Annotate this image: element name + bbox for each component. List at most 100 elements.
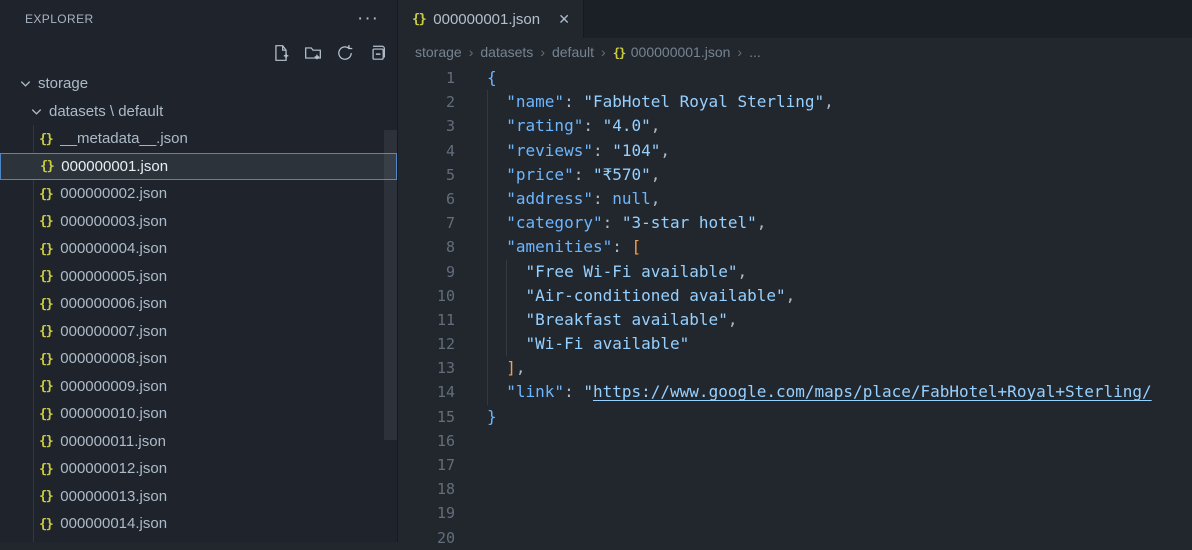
- code-line-11[interactable]: 11 "Breakfast available",: [398, 308, 1192, 332]
- explorer-header: EXPLORER ···: [0, 0, 397, 38]
- code-line-14[interactable]: 14 "link": "https://www.google.com/maps/…: [398, 380, 1192, 404]
- tree-item-label: 000000008.json: [60, 350, 168, 368]
- tree-file-000000010-json[interactable]: {} 000000010.json: [0, 400, 397, 428]
- code-line-15[interactable]: 15}: [398, 405, 1192, 429]
- breadcrumb-datasets[interactable]: datasets: [480, 44, 533, 60]
- line-number: 13: [436, 359, 455, 378]
- tree-item-label: 000000007.json: [60, 322, 168, 340]
- line-content: "price": "₹570",: [506, 164, 661, 184]
- json-file-icon: {}: [39, 268, 54, 285]
- chevron-right-icon: ›: [540, 44, 545, 60]
- tree-file-metadata-json[interactable]: {} __metadata__.json: [0, 125, 397, 153]
- line-content: "address": null,: [506, 188, 661, 208]
- tree-file-000000003-json[interactable]: {} 000000003.json: [0, 208, 397, 236]
- json-file-icon: {}: [39, 185, 54, 202]
- json-file-icon: {}: [39, 350, 54, 367]
- json-file-icon: {}: [39, 213, 54, 230]
- tree-file-000000011-json[interactable]: {} 000000011.json: [0, 428, 397, 456]
- explorer-sidebar: EXPLORER ··· storage datasets \ default {}…: [0, 0, 397, 542]
- breadcrumb-label: default: [551, 44, 595, 60]
- line-content: [455, 477, 487, 501]
- code-line-4[interactable]: 4 "reviews": "104",: [398, 139, 1192, 163]
- tree-file-000000013-json[interactable]: {} 000000013.json: [0, 483, 397, 511]
- tree-file-000000014-json[interactable]: {} 000000014.json: [0, 510, 397, 538]
- breadcrumb-[interactable]: ...: [749, 44, 761, 60]
- line-number: 16: [436, 431, 455, 450]
- refresh-icon[interactable]: [335, 44, 354, 63]
- editor-group: {} 000000001.json ✕ storage › datasets › def…: [398, 0, 1192, 547]
- new-file-icon[interactable]: [271, 44, 290, 63]
- code-line-1[interactable]: 1{: [398, 66, 1192, 90]
- new-folder-icon[interactable]: [303, 44, 322, 63]
- json-file-icon: {}: [412, 11, 427, 27]
- code-line-17[interactable]: 17: [398, 453, 1192, 477]
- tree-folder-datasets-default[interactable]: datasets \ default: [0, 98, 397, 126]
- code-editor[interactable]: 1{2 "name": "FabHotel Royal Sterling", 3 …: [398, 66, 1192, 550]
- tree-item-label: storage: [38, 75, 89, 93]
- line-content: [455, 526, 487, 550]
- breadcrumb-default[interactable]: default: [552, 44, 594, 60]
- code-line-7[interactable]: 7 "category": "3-star hotel",: [398, 211, 1192, 235]
- tab-label: 000000001.json: [433, 10, 541, 28]
- json-file-icon: {}: [39, 488, 54, 505]
- line-number: 14: [436, 383, 455, 402]
- tree-file-000000009-json[interactable]: {} 000000009.json: [0, 373, 397, 401]
- tree-item-label: 000000010.json: [60, 405, 168, 423]
- json-file-icon: {}: [39, 433, 54, 450]
- code-line-3[interactable]: 3 "rating": "4.0",: [398, 114, 1192, 138]
- tab-bar: {} 000000001.json ✕: [398, 0, 1192, 38]
- json-file-icon: {}: [39, 378, 54, 395]
- file-tree: storage datasets \ default {} __metadata__.…: [0, 70, 397, 542]
- tree-item-label: 000000002.json: [60, 185, 168, 203]
- code-line-18[interactable]: 18: [398, 477, 1192, 501]
- code-line-8[interactable]: 8 "amenities": [: [398, 235, 1192, 259]
- line-number: 5: [445, 165, 455, 184]
- json-file-icon: {}: [39, 295, 54, 312]
- breadcrumb-storage[interactable]: storage: [415, 44, 462, 60]
- json-file-icon: {}: [40, 158, 55, 175]
- tree-item-label: 000000009.json: [60, 377, 168, 395]
- code-line-20[interactable]: 20: [398, 526, 1192, 550]
- line-number: 20: [436, 528, 455, 547]
- line-content: "Wi-Fi available": [525, 334, 690, 354]
- tree-item-label: 000000005.json: [60, 267, 168, 285]
- line-number: 19: [436, 504, 455, 523]
- code-line-19[interactable]: 19: [398, 501, 1192, 525]
- sidebar-scrollbar[interactable]: [384, 130, 397, 440]
- collapse-all-icon[interactable]: [367, 44, 386, 63]
- code-line-6[interactable]: 6 "address": null,: [398, 187, 1192, 211]
- tree-folder-storage[interactable]: storage: [0, 70, 397, 98]
- tree-file-000000012-json[interactable]: {} 000000012.json: [0, 455, 397, 483]
- code-line-9[interactable]: 9 "Free Wi-Fi available",: [398, 260, 1192, 284]
- line-content: }: [487, 406, 497, 426]
- line-content: "category": "3-star hotel",: [506, 213, 767, 233]
- tree-file-000000007-json[interactable]: {} 000000007.json: [0, 318, 397, 346]
- tab-000000001-json[interactable]: {} 000000001.json ✕: [398, 0, 584, 38]
- tree-file-000000006-json[interactable]: {} 000000006.json: [0, 290, 397, 318]
- close-tab-icon[interactable]: ✕: [555, 10, 573, 29]
- more-actions-icon[interactable]: ···: [357, 9, 379, 28]
- line-number: 18: [436, 480, 455, 499]
- tree-file-000000008-json[interactable]: {} 000000008.json: [0, 345, 397, 373]
- tree-item-label: 000000001.json: [61, 157, 169, 175]
- line-content: "amenities": [: [506, 237, 642, 257]
- code-line-12[interactable]: 12 "Wi-Fi available": [398, 332, 1192, 356]
- json-file-icon: {}: [612, 44, 627, 60]
- line-number: 12: [436, 335, 455, 354]
- tree-file-000000002-json[interactable]: {} 000000002.json: [0, 180, 397, 208]
- explorer-title: EXPLORER: [25, 12, 94, 26]
- url-link[interactable]: https://www.google.com/maps/place/FabHot…: [593, 382, 1152, 401]
- tree-file-000000005-json[interactable]: {} 000000005.json: [0, 263, 397, 291]
- indent-guide-level1: [487, 90, 488, 405]
- line-content: [455, 453, 487, 477]
- code-line-2[interactable]: 2 "name": "FabHotel Royal Sterling",: [398, 90, 1192, 114]
- tree-file-000000001-json[interactable]: {} 000000001.json: [0, 152, 397, 180]
- tree-file-000000004-json[interactable]: {} 000000004.json: [0, 235, 397, 263]
- code-line-16[interactable]: 16: [398, 429, 1192, 453]
- code-line-10[interactable]: 10 "Air-conditioned available",: [398, 284, 1192, 308]
- json-file-icon: {}: [39, 460, 54, 477]
- tree-item-label: 000000003.json: [60, 212, 168, 230]
- breadcrumb-000000001-json[interactable]: {} 000000001.json: [613, 44, 731, 60]
- code-line-13[interactable]: 13 ],: [398, 356, 1192, 380]
- code-line-5[interactable]: 5 "price": "₹570",: [398, 163, 1192, 187]
